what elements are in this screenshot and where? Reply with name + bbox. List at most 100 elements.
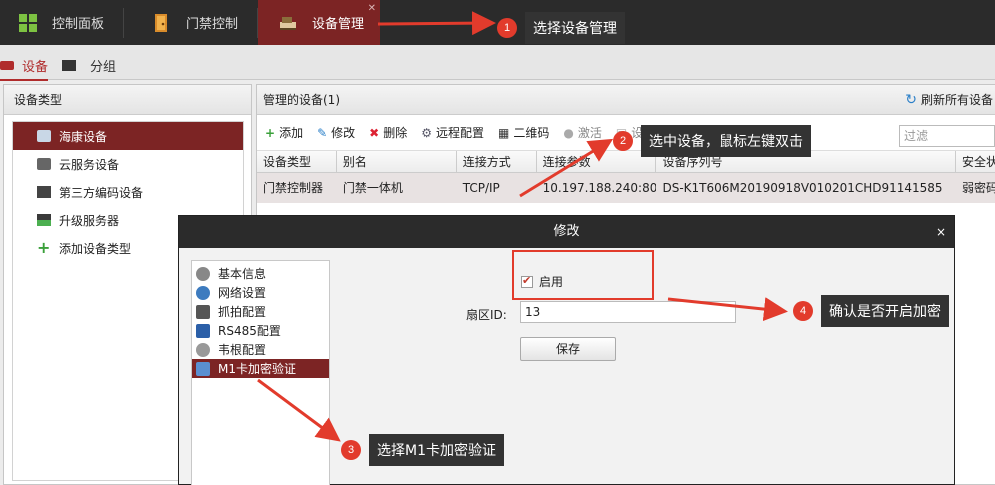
delete-icon: ✖ [369,125,380,140]
cell-type: 门禁控制器 [263,181,324,195]
nav-label: 网络设置 [218,286,267,300]
button-label: 二维码 [513,126,550,140]
tab-label: 设备管理 [312,17,365,32]
remote-config-button[interactable]: ⚙ 远程配置 [421,124,484,141]
column-header[interactable]: 设备类型 [257,151,337,172]
list-item-label: 海康设备 [59,129,108,144]
edit-button[interactable]: ✎ 修改 [317,124,355,141]
divider [123,8,124,38]
hik-device-icon [37,130,51,142]
card-icon [196,361,210,376]
sub-tab-bar: 设备 分组 [0,45,995,81]
qr-code-icon: ▦ [498,125,510,140]
column-header[interactable]: 连接参数 [537,151,657,172]
save-button[interactable]: 保存 [520,337,616,361]
step-callout: 确认是否开启加密 [821,295,949,327]
tab-label: 设备 [22,59,49,75]
folder-icon [62,59,76,71]
activate-icon: ● [563,125,574,140]
filter-input[interactable]: 过滤 [899,125,995,147]
nav-label: 抓拍配置 [218,305,267,319]
nav-m1-card-encryption[interactable]: M1卡加密验证 [192,359,329,378]
cell-security: 弱密码 [962,181,995,195]
table-row[interactable]: 门禁控制器 门禁一体机 TCP/IP 10.197.188.240:80... … [257,173,995,203]
wiegand-icon [196,342,210,357]
step-badge: 2 [613,131,633,151]
nav-wiegand-config[interactable]: 韦根配置 [192,340,329,359]
add-button[interactable]: + 添加 [265,124,303,141]
panel-title: 管理的设备(1) [263,93,340,107]
delete-button[interactable]: ✖ 删除 [369,124,407,141]
step-badge: 4 [793,301,813,321]
door-icon [152,13,172,33]
tab-label: 门禁控制 [186,17,239,32]
refresh-label: 刷新所有设备 [920,93,993,107]
button-label: 添加 [279,126,304,140]
gear-icon: ⚙ [421,125,432,140]
list-item-label: 升级服务器 [59,213,120,228]
activate-button[interactable]: ● 激活 [563,124,602,141]
cell-connection: TCP/IP [462,181,500,195]
nav-rs485-config[interactable]: RS485配置 [192,321,329,340]
device-type-third-party[interactable]: 第三方编码设备 [13,178,243,206]
encoder-icon [37,186,51,198]
column-header[interactable]: 别名 [337,151,457,172]
device-type-cloud[interactable]: 云服务设备 [13,150,243,178]
step-badge: 3 [341,440,361,460]
cloud-device-icon [37,158,51,170]
list-item-label: 添加设备类型 [59,241,132,256]
edit-icon: ✎ [317,125,328,140]
dialog-title-bar: 修改 × [179,216,954,248]
cell-serial: DS-K1T606M20190918V010201CHD91141585 [662,181,943,195]
nav-label: M1卡加密验证 [218,362,296,376]
nav-network-settings[interactable]: 网络设置 [192,283,329,302]
qr-code-button[interactable]: ▦ 二维码 [498,124,549,141]
nav-label: RS485配置 [218,324,281,338]
tab-label: 控制面板 [52,17,105,32]
step-callout: 选择M1卡加密验证 [369,434,504,466]
nav-basic-info[interactable]: 基本信息 [192,264,329,283]
nav-label: 基本信息 [218,267,267,281]
panel-title: 设备类型 [4,85,251,115]
cell-alias: 门禁一体机 [342,181,403,195]
nav-label: 韦根配置 [218,343,267,357]
list-item-label: 云服务设备 [59,157,120,172]
button-label: 删除 [383,126,408,140]
nav-capture-config[interactable]: 抓拍配置 [192,302,329,321]
dialog-nav-list: 基本信息 网络设置 抓拍配置 RS485配置 韦根配置 M1卡加密验证 [191,260,330,485]
list-item-label: 第三方编码设备 [59,185,144,200]
cell-params: 10.197.188.240:80... [542,181,657,195]
settings-icon [196,266,210,281]
refresh-icon: ↻ [905,92,917,108]
panel-header: 管理的设备(1) ↻ 刷新所有设备 [257,85,995,115]
table-header: 设备类型 别名 连接方式 连接参数 设备序列号 安全状 [257,151,995,173]
sector-id-label: 扇区ID: [466,308,507,322]
rs485-icon [196,323,210,338]
grid-icon [18,13,38,33]
sector-id-input[interactable]: 13 [520,301,736,323]
column-header[interactable]: 连接方式 [457,151,537,172]
tab-group[interactable]: 分组 [62,53,116,77]
step-callout: 选择设备管理 [525,12,625,44]
device-manage-icon [278,13,298,33]
tab-label: 分组 [90,59,117,75]
tab-access-control[interactable]: 门禁控制 [152,0,257,45]
refresh-all-button[interactable]: ↻ 刷新所有设备 [905,85,993,115]
column-header[interactable]: 安全状 [956,151,995,172]
camera-icon [196,304,210,319]
button-label: 激活 [577,126,602,140]
close-icon[interactable]: × [936,216,946,248]
step-callout: 选中设备，鼠标左键双击 [641,125,811,157]
close-icon[interactable]: ✕ [368,3,376,14]
dialog-title: 修改 [553,224,580,239]
device-type-hikvision[interactable]: 海康设备 [13,122,243,150]
button-label: 修改 [331,126,356,140]
globe-icon [196,285,210,300]
server-icon [37,214,51,226]
tab-device[interactable]: 设备 [0,53,49,81]
tab-control-panel[interactable]: 控制面板 [18,0,123,45]
highlight-box [512,250,654,300]
device-icon [0,60,14,70]
tab-device-management[interactable]: 设备管理 ✕ [258,0,380,45]
plus-icon: + [265,125,276,140]
